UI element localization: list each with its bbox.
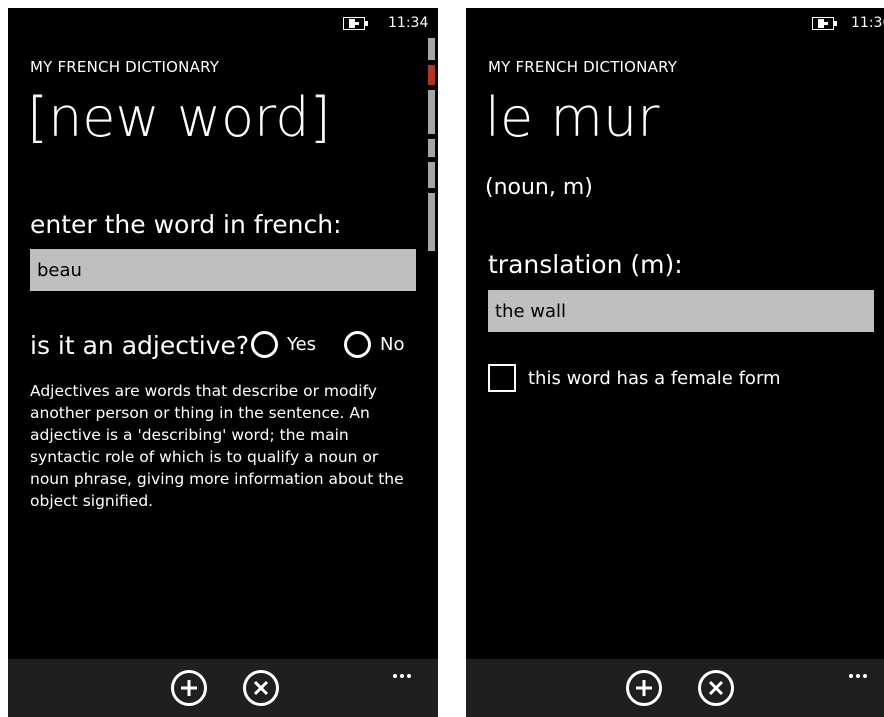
radio-no-label: No [380,334,405,355]
radio-yes-circle[interactable] [251,331,278,358]
radio-yes-label: Yes [287,334,317,355]
more-options-button[interactable] [849,663,873,678]
word-type-subtitle: (noun, m) [485,175,593,200]
app-title: MY FRENCH DICTIONARY [488,58,678,76]
add-button[interactable] [626,670,662,706]
radio-no-circle[interactable] [344,331,371,358]
app-title: MY FRENCH DICTIONARY [30,58,220,76]
translation-label: translation (m): [488,250,683,279]
cancel-button[interactable] [698,670,734,706]
cancel-button[interactable] [243,670,279,706]
phone-screen-new-word: 11:34 MY FRENCH DICTIONARY [new word] en… [8,8,438,717]
application-bar [466,659,884,717]
page-title: le mur [485,86,660,149]
cancel-icon [253,680,269,696]
add-icon [636,680,652,696]
adjective-description: Adjectives are words that describe or mo… [30,382,404,510]
word-prompt-label: enter the word in french: [30,210,342,239]
add-button[interactable] [171,670,207,706]
frame-rate-counter [428,38,438,256]
checkbox-box[interactable] [488,364,516,392]
adjective-question-label: is it an adjective? [30,331,250,360]
status-bar: 11:34 [8,8,438,38]
add-icon [181,680,197,696]
page-title: [new word] [27,86,331,149]
more-options-button[interactable] [393,663,417,678]
clock: 11:36 [851,15,884,31]
application-bar [8,659,438,717]
battery-charging-icon [812,17,837,30]
phone-screen-word-detail: 11:36 MY FRENCH DICTIONARY le mur (noun,… [466,8,884,717]
status-bar: 11:36 [466,8,884,38]
female-form-label: this word has a female form [528,367,781,389]
french-word-input[interactable] [30,249,416,291]
clock: 11:34 [388,15,429,31]
female-form-checkbox[interactable]: this word has a female form [488,364,781,392]
radio-no[interactable]: No [344,331,404,358]
radio-yes[interactable]: Yes [251,331,316,358]
translation-input[interactable] [488,290,874,332]
battery-charging-icon [343,17,368,30]
cancel-icon [708,680,724,696]
